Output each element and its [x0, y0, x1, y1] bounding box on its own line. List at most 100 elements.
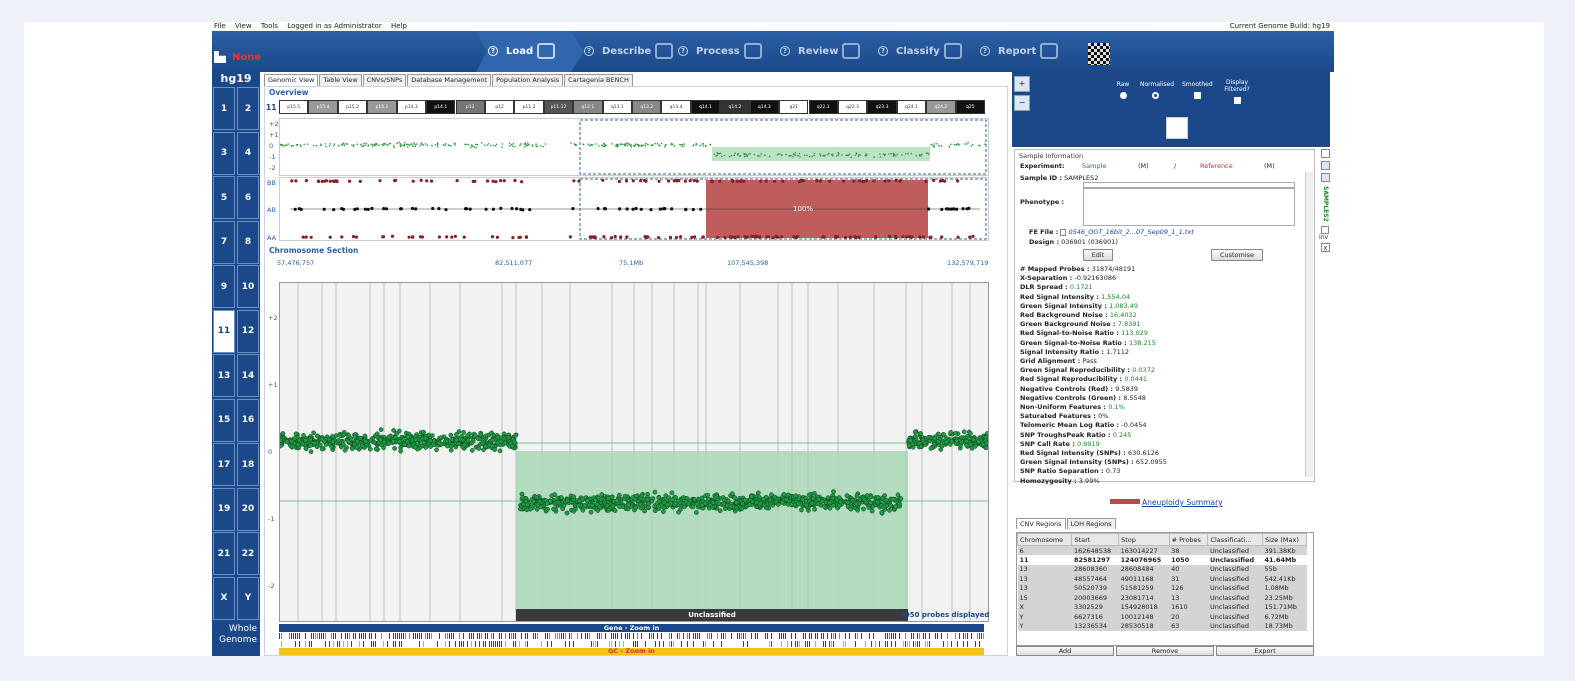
table-row[interactable]: 15 20003669 23081714 13 Unclassified 23.25Mb — [1017, 593, 1307, 603]
aneuploidy-summary-link[interactable]: Aneuploidy Summary — [1142, 498, 1223, 507]
help-icon[interactable]: ? — [488, 46, 498, 56]
table-row[interactable]: Y 13236534 28530518 63 Unclassified 18.73Mb — [1017, 621, 1307, 631]
checkbox-smoothed[interactable] — [1193, 92, 1201, 99]
chromosome-button-16[interactable]: 16 — [237, 398, 259, 442]
tab-population-analysis[interactable]: Population Analysis — [492, 74, 564, 86]
chromosome-button-12[interactable]: 12 — [237, 309, 259, 353]
chromosome-button-19[interactable]: 19 — [213, 487, 235, 531]
chromosome-ideogram[interactable]: p15.5 p15.4 p15.2 p15.1 p14.3 p14.1 p13 p12 p11.… — [279, 100, 985, 114]
export-button[interactable]: Export — [1216, 646, 1314, 656]
table-row[interactable]: 13 28608360 28608484 40 Unclassified 55b — [1017, 564, 1307, 574]
check-icon[interactable] — [1321, 149, 1330, 158]
stage-classify[interactable]: ? Classify — [878, 36, 962, 66]
overview-baf-plot[interactable] — [279, 177, 989, 241]
column-header[interactable]: Start — [1071, 533, 1120, 546]
menu-view[interactable]: View — [235, 22, 252, 30]
help-icon[interactable]: ? — [678, 46, 688, 56]
checkbox-display-filtered[interactable]: ✓ — [1233, 97, 1241, 104]
tab-cartagenia[interactable]: Cartagenia BENCH — [564, 74, 633, 86]
add-button[interactable]: Add — [1016, 646, 1114, 656]
column-header[interactable]: Stop — [1118, 533, 1170, 546]
chromosome-button-x[interactable]: X — [213, 576, 235, 620]
chromosome-button-21[interactable]: 21 — [213, 532, 235, 575]
save-as-icon[interactable] — [1321, 173, 1330, 182]
table-row[interactable]: 6 162648538 163014227 38 Unclassified 391.38K… — [1017, 545, 1307, 555]
mode-smoothed[interactable]: Smoothed — [1182, 81, 1213, 99]
chromosome-button-7[interactable]: 7 — [213, 220, 235, 264]
column-header[interactable]: Chromosome — [1016, 533, 1073, 546]
chromosome-section-plot[interactable]: Unclassified 5050 probes displayed — [277, 282, 990, 622]
chromosome-button-14[interactable]: 14 — [237, 354, 259, 397]
chromosome-button-15[interactable]: 15 — [213, 398, 235, 442]
mode-raw[interactable]: Raw — [1108, 81, 1138, 99]
tab-genomic-view[interactable]: Genomic View — [264, 74, 319, 86]
close-icon[interactable]: x — [1321, 242, 1330, 252]
chromosome-button-9[interactable]: 9 — [213, 265, 235, 308]
menu-help[interactable]: Help — [391, 22, 407, 30]
table-row[interactable]: X 3302529 154928018 1610 Unclassified 151.71M… — [1017, 602, 1307, 612]
tab-table-view[interactable]: Table View — [319, 74, 362, 86]
chromosome-button-6[interactable]: 6 — [237, 176, 259, 219]
chromosome-button-2[interactable]: 2 — [237, 87, 259, 130]
gc-zoom-bar[interactable]: GC - Zoom in — [279, 648, 984, 655]
stage-load[interactable]: ? Load — [488, 36, 556, 66]
fe-file-value[interactable]: 0546_OGT_16bit_2...07_Sep09_1_1.txt — [1068, 228, 1193, 236]
help-icon[interactable]: ? — [878, 46, 888, 56]
chromosome-button-4[interactable]: 4 — [237, 131, 259, 175]
column-header[interactable]: Classificati... — [1207, 533, 1263, 546]
radio-normalised[interactable] — [1151, 92, 1159, 99]
save-icon[interactable] — [1321, 161, 1330, 170]
chromosome-button-1[interactable]: 1 — [213, 87, 235, 130]
chromosome-button-3[interactable]: 3 — [213, 131, 235, 175]
column-header[interactable]: Size (Max) — [1261, 533, 1308, 546]
gene-tracks[interactable]: Gene - Zoom in GC - Zoom in — [279, 624, 984, 655]
edit-button[interactable]: Edit — [1083, 249, 1113, 261]
chromosome-button-20[interactable]: 20 — [237, 487, 259, 531]
filter-icon[interactable] — [1166, 117, 1188, 139]
chromosome-button-17[interactable]: 17 — [213, 443, 235, 486]
whole-genome-button[interactable]: Whole Genome — [212, 620, 260, 648]
chromosome-button-y[interactable]: Y — [237, 576, 259, 620]
chromosome-button-11[interactable]: 11 — [213, 309, 235, 353]
help-icon[interactable]: ? — [980, 46, 990, 56]
stage-review[interactable]: ? Review — [780, 36, 861, 66]
chromosome-button-13[interactable]: 13 — [213, 354, 235, 397]
menu-file[interactable]: File — [214, 22, 226, 30]
chromosome-button-22[interactable]: 22 — [237, 532, 259, 575]
help-icon[interactable]: ? — [780, 46, 790, 56]
table-row[interactable]: 11 82581297 124076965 1050 Unclassified 41.64… — [1017, 555, 1307, 565]
stage-describe[interactable]: ? Describe — [584, 36, 674, 66]
info-scrollbar[interactable] — [1305, 172, 1313, 477]
chromosome-button-18[interactable]: 18 — [237, 443, 259, 486]
mode-display-filtered[interactable]: Display Filtered? ✓ — [1222, 79, 1252, 104]
zoom-in-icon[interactable]: + — [1014, 76, 1030, 92]
chromosome-button-5[interactable]: 5 — [213, 176, 235, 219]
customise-button[interactable]: Customise — [1211, 249, 1263, 261]
radio-raw[interactable] — [1119, 92, 1127, 99]
zoom-out-icon[interactable]: − — [1014, 95, 1030, 111]
classification-bar[interactable]: Unclassified — [516, 609, 908, 621]
menu-tools[interactable]: Tools — [261, 22, 278, 30]
gene-zoom-bar[interactable]: Gene - Zoom in — [279, 624, 984, 632]
overview-log-ratio-plot[interactable] — [279, 118, 989, 176]
table-row[interactable]: 13 48557464 49011168 31 Unclassified 542.41Kb — [1017, 574, 1307, 584]
remove-button[interactable]: Remove — [1116, 646, 1214, 656]
tab-database-management[interactable]: Database Management — [407, 74, 492, 86]
gc-mark — [865, 641, 866, 647]
table-row[interactable]: 13 50520739 51581259 126 Unclassified 1.08Mb — [1017, 583, 1307, 593]
checkered-flag-icon[interactable] — [1088, 43, 1110, 65]
phenotype-field[interactable] — [1083, 188, 1295, 226]
tab-loh-regions[interactable]: LOH Regions — [1066, 518, 1116, 529]
help-icon[interactable]: ? — [584, 46, 594, 56]
stage-process[interactable]: ? Process — [678, 36, 762, 66]
chromosome-button-10[interactable]: 10 — [237, 265, 259, 308]
stage-report[interactable]: ? Report — [980, 36, 1059, 66]
invert-checkbox[interactable] — [1321, 225, 1329, 234]
tab-cnv-regions[interactable]: CNV Regions — [1016, 518, 1066, 529]
chromosome-button-8[interactable]: 8 — [237, 220, 259, 264]
table-row[interactable]: Y 6627316 10012148 20 Unclassified 6.72Mb — [1017, 612, 1307, 622]
column-header[interactable]: # Probes — [1168, 533, 1209, 546]
mode-normalised[interactable]: Normalised — [1140, 81, 1174, 99]
tab-cnvs-snps[interactable]: CNVs/SNPs — [362, 74, 407, 86]
menu-user[interactable]: Logged in as Administrator — [287, 22, 381, 30]
